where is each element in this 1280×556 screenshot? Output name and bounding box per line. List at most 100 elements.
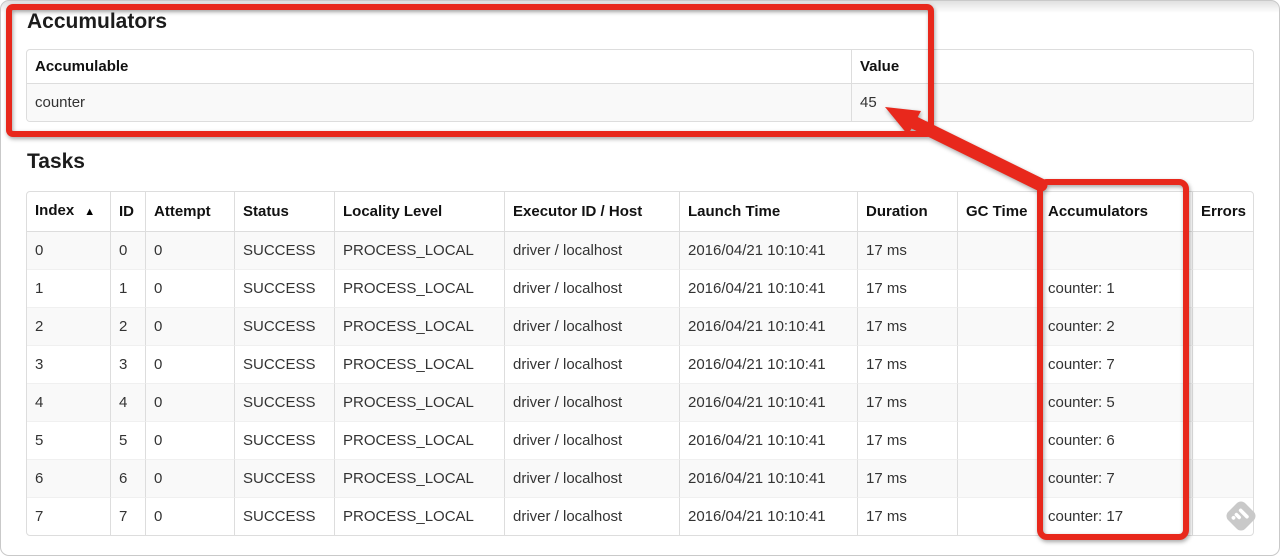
table-cell: driver / localhost (504, 460, 679, 498)
sort-ascending-icon: ▲ (84, 206, 96, 218)
table-cell: 0 (145, 308, 234, 346)
column-header-duration[interactable]: Duration (857, 192, 957, 232)
table-cell: 4 (110, 384, 145, 422)
table-cell: driver / localhost (504, 498, 679, 535)
table-cell (957, 384, 1039, 422)
table-cell (1192, 308, 1253, 346)
column-header-status[interactable]: Status (234, 192, 334, 232)
spark-stage-page: Accumulators Accumulable Value counter 45 … (0, 0, 1280, 556)
tasks-table: Index ▲ ID Attempt Status Locality Level Execu… (26, 191, 1254, 536)
table-cell: 17 ms (857, 308, 957, 346)
table-cell: 17 ms (857, 384, 957, 422)
table-cell: 17 ms (857, 232, 957, 270)
table-row: 7 7 0 SUCCESS PROCESS_LOCAL driver / localhos… (27, 498, 1253, 535)
table-cell: 3 (110, 346, 145, 384)
table-row: 2 2 0 SUCCESS PROCESS_LOCAL driver / localhos… (27, 308, 1253, 346)
table-row: 4 4 0 SUCCESS PROCESS_LOCAL driver / localhos… (27, 384, 1253, 422)
table-cell: 0 (145, 232, 234, 270)
table-cell (957, 422, 1039, 460)
table-cell: SUCCESS (234, 498, 334, 535)
table-cell: 1 (27, 270, 110, 308)
table-cell: PROCESS_LOCAL (334, 498, 504, 535)
table-cell: SUCCESS (234, 422, 334, 460)
table-cell: 0 (110, 232, 145, 270)
table-cell: 17 ms (857, 270, 957, 308)
table-cell: driver / localhost (504, 308, 679, 346)
table-cell: 7 (35, 508, 44, 525)
table-row: 5 5 0 SUCCESS PROCESS_LOCAL driver / localhos… (27, 422, 1253, 460)
table-cell: 2016/04/21 10:10:41 (679, 232, 857, 270)
table-cell: SUCCESS (234, 384, 334, 422)
table-cell: 17 ms (857, 422, 957, 460)
table-cell (1192, 346, 1253, 384)
table-cell: SUCCESS (234, 308, 334, 346)
column-header-value: Value (851, 50, 1253, 84)
table-cell (957, 232, 1039, 270)
table-cell: PROCESS_LOCAL (334, 460, 504, 498)
table-cell: 4 (27, 384, 110, 422)
table-cell (957, 308, 1039, 346)
column-header-index[interactable]: Index ▲ (27, 192, 110, 232)
table-cell: 2016/04/21 10:10:41 (679, 498, 857, 535)
table-cell: SUCCESS (234, 460, 334, 498)
table-row: counter 45 (27, 84, 1253, 121)
column-header-locality-level[interactable]: Locality Level (334, 192, 504, 232)
table-cell: PROCESS_LOCAL (334, 422, 504, 460)
column-header-accumulators[interactable]: Accumulators (1039, 192, 1192, 232)
tasks-header-row: Index ▲ ID Attempt Status Locality Level Execu… (27, 192, 1253, 232)
table-cell (957, 460, 1039, 498)
table-cell: 0 (145, 384, 234, 422)
table-cell (1192, 498, 1253, 535)
table-cell: driver / localhost (504, 384, 679, 422)
column-header-executor-id-host[interactable]: Executor ID / Host (504, 192, 679, 232)
table-row: 0 0 0 SUCCESS PROCESS_LOCAL driver / localhos… (27, 232, 1253, 270)
table-cell: 17 ms (857, 498, 957, 535)
table-cell (1192, 422, 1253, 460)
accumulators-header-row: Accumulable Value (27, 50, 1253, 84)
table-cell: 2016/04/21 10:10:41 (679, 308, 857, 346)
table-cell: 0 (145, 346, 234, 384)
table-row: 6 6 0 SUCCESS PROCESS_LOCAL driver / localhos… (27, 460, 1253, 498)
table-cell (957, 346, 1039, 384)
column-header-gc-time[interactable]: GC Time (957, 192, 1039, 232)
table-cell: 0 (27, 232, 110, 270)
table-cell: 2016/04/21 10:10:41 (679, 460, 857, 498)
table-cell (957, 498, 1039, 535)
table-cell: 2016/04/21 10:10:41 (679, 384, 857, 422)
table-cell: SUCCESS (234, 232, 334, 270)
table-cell: counter: 7 (1039, 460, 1192, 498)
table-cell: PROCESS_LOCAL (334, 346, 504, 384)
table-cell: 5 (27, 422, 110, 460)
table-cell: 2016/04/21 10:10:41 (679, 422, 857, 460)
table-cell: SUCCESS (234, 270, 334, 308)
table-cell: PROCESS_LOCAL (334, 270, 504, 308)
table-cell: 6 (110, 460, 145, 498)
table-cell: counter (35, 94, 86, 111)
table-cell: 2016/04/21 10:10:41 (679, 270, 857, 308)
column-header-accumulable: Accumulable (27, 50, 851, 84)
table-cell (957, 270, 1039, 308)
table-cell: SUCCESS (234, 346, 334, 384)
table-cell: 2016/04/21 10:10:41 (679, 346, 857, 384)
table-cell: counter: 1 (1039, 270, 1192, 308)
table-cell: PROCESS_LOCAL (334, 308, 504, 346)
table-cell: 5 (110, 422, 145, 460)
table-cell (1192, 460, 1253, 498)
column-header-launch-time[interactable]: Launch Time (679, 192, 857, 232)
column-header-attempt[interactable]: Attempt (145, 192, 234, 232)
table-cell: 0 (145, 270, 234, 308)
table-cell: driver / localhost (504, 270, 679, 308)
table-cell: 45 (851, 84, 1253, 121)
table-cell: counter: 6 (1039, 422, 1192, 460)
column-header-id[interactable]: ID (110, 192, 145, 232)
table-cell: 7 (110, 498, 145, 535)
table-cell: 6 (27, 460, 110, 498)
table-cell: 2 (27, 308, 110, 346)
table-cell (1039, 232, 1192, 270)
table-cell (1192, 270, 1253, 308)
table-cell: 0 (145, 498, 234, 535)
table-row: 3 3 0 SUCCESS PROCESS_LOCAL driver / localhos… (27, 346, 1253, 384)
table-cell (1192, 384, 1253, 422)
column-header-errors[interactable]: Errors (1192, 192, 1253, 232)
table-cell: 0 (145, 422, 234, 460)
